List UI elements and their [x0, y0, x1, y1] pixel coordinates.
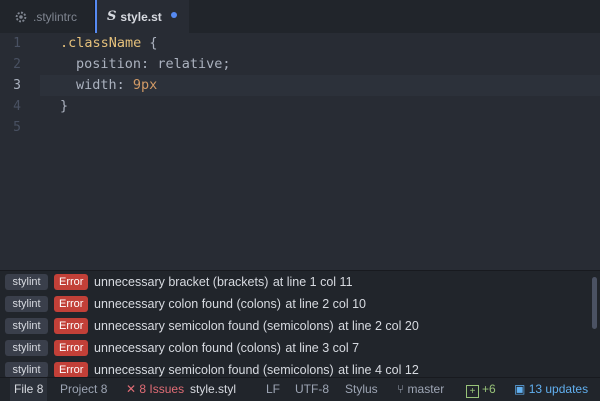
package-icon: ▣ [514, 382, 526, 396]
git-diff-added[interactable]: + +6 [466, 378, 496, 401]
tab-label: style.st [120, 9, 162, 24]
code-line: .className { [60, 33, 158, 54]
linter-message-row[interactable]: stylint Error unnecessary colon found (c… [0, 293, 600, 315]
linter-panel: stylint Error unnecessary bracket (brack… [0, 270, 600, 378]
branch-name: master [407, 382, 445, 396]
plus-box-icon: + [466, 385, 479, 398]
file-tab-label: File [14, 382, 34, 396]
code-editor[interactable]: 1 2 3 4 5 .className { position: relativ… [0, 33, 600, 270]
tab-stylintrc[interactable]: .stylintrc [0, 0, 95, 33]
file-issue-count: 8 [36, 382, 44, 396]
line-number: 5 [13, 120, 21, 135]
encoding-selector[interactable]: UTF-8 [295, 378, 329, 401]
linter-message-row[interactable]: stylint Error unnecessary semicolon foun… [0, 359, 600, 378]
added-count: +6 [482, 382, 496, 396]
code-line: } [60, 96, 68, 117]
colon: : [116, 77, 125, 93]
linter-scrollbar[interactable] [592, 277, 597, 329]
tab-bar: .stylintrc S style.st [0, 0, 600, 33]
linter-location-link[interactable]: at line 4 col 12 [338, 363, 419, 377]
git-branch[interactable]: ⑂ master [397, 378, 444, 401]
linter-message: unnecessary semicolon found (semicolons) [94, 319, 334, 333]
status-bar: File 8 Project 8 ✕ 8 Issues style.styl L… [0, 377, 600, 401]
brace: { [141, 35, 158, 51]
error-badge: Error [54, 340, 88, 356]
line-number: 2 [13, 57, 21, 72]
project-tab-label: Project [60, 382, 98, 396]
line-ending-selector[interactable]: LF [266, 378, 280, 401]
linter-name-badge: stylint [5, 296, 48, 312]
code-line: position: relative; [76, 54, 230, 75]
gear-icon [15, 11, 27, 22]
error-badge: Error [54, 274, 88, 290]
project-scope-tab[interactable]: Project 8 [60, 378, 107, 401]
css-selector: .className [60, 35, 142, 51]
linter-message: unnecessary semicolon found (semicolons) [94, 363, 334, 377]
css-value: relative [157, 56, 223, 72]
linter-location-link[interactable]: at line 3 col 7 [285, 341, 359, 355]
error-badge: Error [54, 318, 88, 334]
error-badge: Error [54, 362, 88, 378]
linter-location-link[interactable]: at line 2 col 20 [338, 319, 419, 333]
linter-location-link[interactable]: at line 1 col 11 [273, 275, 353, 289]
project-issue-count: 8 [100, 382, 108, 396]
linter-message-row[interactable]: stylint Error unnecessary semicolon foun… [0, 315, 600, 337]
package-updates[interactable]: ▣ 13 updates [514, 378, 588, 401]
tab-style-styl[interactable]: S style.st [95, 0, 189, 33]
semicolon: ; [222, 56, 231, 72]
stylus-file-icon: S [107, 9, 117, 24]
file-name[interactable]: style.styl [190, 378, 236, 401]
linter-message: unnecessary bracket (brackets) [94, 275, 269, 289]
code-line: width: 9px [76, 75, 157, 96]
css-property: position [76, 56, 142, 72]
linter-name-badge: stylint [5, 318, 48, 334]
close-x-icon: ✕ [126, 382, 137, 396]
linter-message: unnecessary colon found (colons) [94, 297, 281, 311]
linter-name-badge: stylint [5, 362, 48, 378]
brace: } [60, 98, 69, 114]
linter-name-badge: stylint [5, 340, 48, 356]
updates-count: 13 updates [528, 382, 589, 396]
linter-message-row[interactable]: stylint Error unnecessary bracket (brack… [0, 271, 600, 293]
issues-indicator[interactable]: ✕ 8 Issues [126, 378, 184, 401]
linter-location-link[interactable]: at line 2 col 10 [285, 297, 366, 311]
modified-indicator-icon [171, 12, 177, 18]
linter-message-row[interactable]: stylint Error unnecessary colon found (c… [0, 337, 600, 359]
grammar-selector[interactable]: Stylus [345, 378, 378, 401]
line-number: 1 [13, 36, 21, 51]
css-value: 9px [132, 77, 158, 93]
file-scope-tab[interactable]: File 8 [10, 378, 48, 401]
linter-message: unnecessary colon found (colons) [94, 341, 281, 355]
colon: : [141, 56, 150, 72]
issues-count: 8 Issues [139, 382, 185, 396]
git-branch-icon: ⑂ [397, 382, 405, 396]
linter-name-badge: stylint [5, 274, 48, 290]
line-number: 4 [13, 99, 21, 114]
tab-label: .stylintrc [33, 9, 78, 24]
error-badge: Error [54, 296, 88, 312]
line-number: 3 [13, 78, 21, 93]
css-property: width [76, 77, 117, 93]
